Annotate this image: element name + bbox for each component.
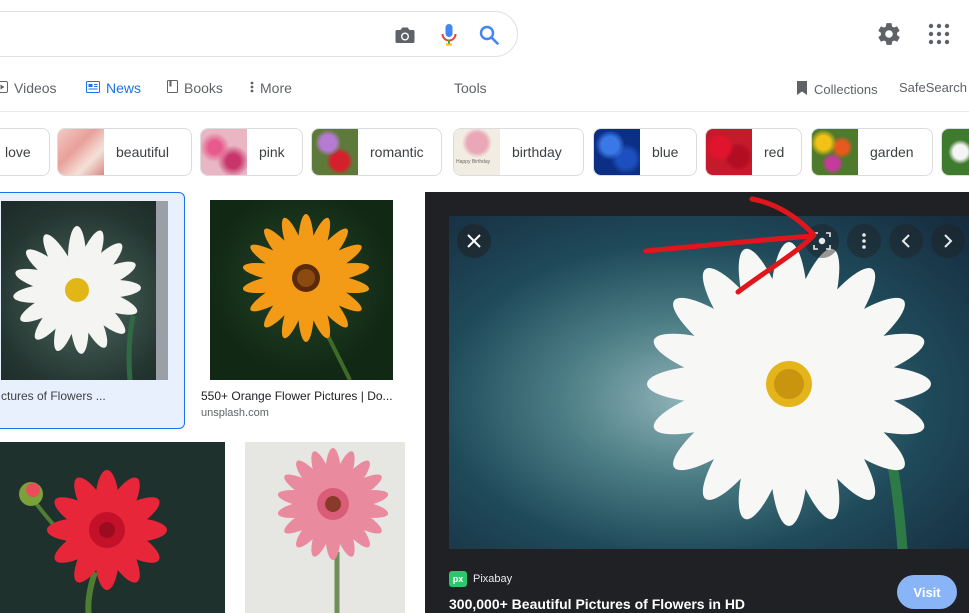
image-preview-panel: px Pixabay 300,000+ Beautiful Pictures o… [425, 192, 969, 613]
tab-videos[interactable]: Videos [0, 80, 57, 96]
chevron-left-icon[interactable] [889, 224, 923, 258]
collections-label: Collections [814, 82, 878, 97]
pink-gerbera-thumbnail [277, 448, 389, 613]
daisy-thumbnail [1, 201, 168, 381]
chip-label: garden [870, 144, 914, 160]
scroll-overlay [156, 201, 168, 380]
chip-label: blue [652, 144, 679, 160]
chip-thumbnail [706, 129, 752, 175]
chip-love[interactable]: love [0, 128, 50, 176]
preview-image[interactable] [449, 216, 969, 549]
lens-search-icon[interactable] [805, 224, 839, 258]
chip-romantic[interactable]: romantic [311, 128, 442, 176]
chip-thumbnail [312, 129, 358, 175]
apps-grid-icon[interactable] [928, 23, 950, 45]
image-result[interactable]: 550+ Orange Flower Pictures | Do... unsp… [197, 200, 407, 430]
tab-videos-label: Videos [14, 80, 57, 96]
chip-label: romantic [370, 144, 424, 160]
chip-pink[interactable]: pink [200, 128, 303, 176]
image-result-selected[interactable]: ctures of Flowers ... [0, 192, 185, 429]
bookmark-icon [796, 80, 808, 99]
news-icon [86, 80, 100, 96]
chip-beautiful[interactable]: beautiful [57, 128, 192, 176]
chip-thumbnail: Happy Birthday [454, 129, 500, 175]
chip-birthday[interactable]: Happy Birthday birthday [453, 128, 584, 176]
pixabay-logo: px [449, 571, 467, 587]
visit-button[interactable]: Visit [897, 575, 957, 609]
search-icon[interactable] [477, 23, 501, 47]
tab-news-label: News [106, 80, 142, 96]
image-result[interactable] [245, 442, 405, 613]
more-options-icon[interactable] [847, 224, 881, 258]
chip-thumbnail [58, 129, 104, 175]
chip-label: red [764, 144, 785, 160]
more-vert-icon [250, 80, 254, 96]
gear-icon[interactable] [876, 21, 902, 47]
chip-thumbnail [942, 129, 969, 175]
tab-more[interactable]: More [250, 80, 292, 96]
chip-thumbnail [201, 129, 247, 175]
preview-source[interactable]: px Pixabay [449, 571, 512, 587]
search-tabs: Videos News Books More Tools Collections… [0, 76, 969, 112]
chip-red[interactable]: red [705, 128, 802, 176]
chip-blue[interactable]: blue [593, 128, 697, 176]
tab-news[interactable]: News [86, 80, 141, 96]
chip-more[interactable] [941, 128, 969, 176]
safesearch-menu[interactable]: SafeSearch [899, 80, 967, 95]
page: Videos News Books More Tools Collections… [0, 0, 969, 613]
tab-books[interactable]: Books [167, 80, 223, 96]
chip-garden[interactable]: garden [811, 128, 933, 176]
mic-icon[interactable] [437, 23, 461, 47]
tools-button[interactable]: Tools [454, 80, 487, 96]
chip-label: beautiful [116, 144, 169, 160]
chip-thumbnail-text: Happy Birthday [456, 159, 491, 165]
collections-link[interactable]: Collections [796, 80, 878, 99]
result-caption: 550+ Orange Flower Pictures | Do... [201, 389, 393, 403]
result-source: unsplash.com [201, 407, 269, 419]
red-dahlia-thumbnail [19, 470, 167, 613]
orange-flower-thumbnail [210, 200, 393, 381]
search-bar[interactable] [0, 11, 518, 57]
camera-icon[interactable] [393, 23, 417, 47]
close-icon[interactable] [457, 224, 491, 258]
video-icon [0, 80, 8, 96]
chip-thumbnail [812, 129, 858, 175]
chip-thumbnail [594, 129, 640, 175]
preview-source-name: Pixabay [473, 573, 513, 585]
chevron-right-icon[interactable] [931, 224, 965, 258]
chip-label: birthday [512, 144, 562, 160]
result-caption: ctures of Flowers ... [1, 389, 106, 403]
chip-label: pink [259, 144, 285, 160]
preview-title[interactable]: 300,000+ Beautiful Pictures of Flowers i… [449, 596, 745, 612]
tab-books-label: Books [184, 80, 223, 96]
image-result[interactable] [0, 442, 225, 613]
book-icon [167, 80, 178, 96]
chip-label: love [5, 144, 31, 160]
tab-more-label: More [260, 80, 292, 96]
